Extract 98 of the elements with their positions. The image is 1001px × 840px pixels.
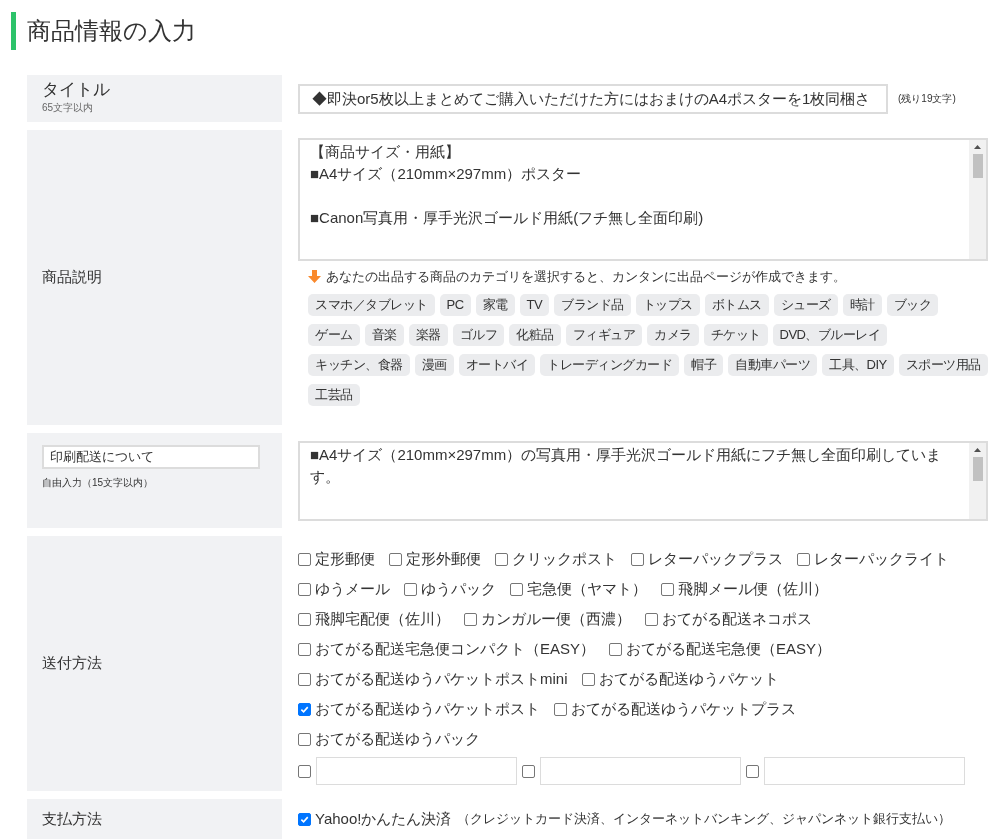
row-label: タイトル xyxy=(42,79,111,101)
scroll-up-icon[interactable] xyxy=(974,448,981,452)
checkbox[interactable] xyxy=(554,702,567,716)
payment-option-label[interactable]: Yahoo!かんたん決済 xyxy=(315,807,452,831)
checkbox[interactable] xyxy=(581,672,595,686)
row-label: 支払方法 xyxy=(42,808,102,829)
category-tag[interactable]: 工具、DIY xyxy=(822,353,894,376)
checkbox[interactable] xyxy=(609,642,623,656)
arrow-down-icon xyxy=(308,270,321,284)
category-tag[interactable]: ボトムス xyxy=(704,293,769,316)
category-tag[interactable]: オートバイ xyxy=(458,353,535,376)
checkbox[interactable] xyxy=(298,612,311,626)
shipping-option-label[interactable]: ゆうメール xyxy=(315,577,390,601)
category-tag[interactable]: チケット xyxy=(703,323,768,346)
checkbox[interactable] xyxy=(522,764,535,778)
scrollbar[interactable] xyxy=(969,443,986,519)
shipping-option-label[interactable]: クリックポスト xyxy=(512,547,617,571)
category-tag[interactable]: ブック xyxy=(886,293,939,316)
custom-shipping-input-field[interactable] xyxy=(764,757,965,785)
checkbox[interactable] xyxy=(298,672,311,686)
category-tag[interactable]: DVD、ブルーレイ xyxy=(772,323,888,346)
row-label: 送付方法 xyxy=(42,653,102,674)
category-tag[interactable]: シューズ xyxy=(773,293,838,316)
category-tag[interactable]: トップス xyxy=(635,293,700,316)
description-textarea[interactable]: 【商品サイズ・用紙】 ■A4サイズ（210mm×297mm）ポスター ■Canon写真用・厚手光沢ゴールド用紙(フチ無し全面印刷) xyxy=(298,138,988,261)
category-tag[interactable]: 音楽 xyxy=(364,323,404,346)
title-input-field[interactable]: ◆即決or5枚以上まとめてご購入いただけた方にはおまけのA4ポスターを1枚同梱さ xyxy=(298,83,888,114)
category-tag[interactable]: 工芸品 xyxy=(308,383,360,406)
payment-option-note: （クレジットカード決済、インターネットバンキング、ジャパンネット銀行支払い） xyxy=(457,810,952,829)
scrollbar-thumb[interactable] xyxy=(972,154,983,178)
shipping-option-label[interactable]: 定形外郵便 xyxy=(406,547,481,571)
custom-shipping-input-field[interactable] xyxy=(540,757,741,785)
shipping-option-label[interactable]: レターパックプラス xyxy=(648,547,783,571)
category-tag[interactable]: PC xyxy=(439,293,471,316)
category-tag[interactable]: 漫画 xyxy=(414,353,454,376)
checkbox[interactable] xyxy=(464,612,477,626)
category-tag[interactable]: キッチン、食器 xyxy=(308,353,410,376)
checkbox[interactable] xyxy=(631,552,644,566)
shipping-option-label[interactable]: おてがる配送ゆうパケットポストmini xyxy=(315,667,568,691)
shipping-option-label[interactable]: おてがる配送ネコポス xyxy=(662,607,812,631)
label-note: 自由入力（15文字以内） xyxy=(42,476,155,490)
checkbox[interactable] xyxy=(645,612,658,626)
category-tag[interactable]: 時計 xyxy=(842,293,882,316)
shipping-option-label[interactable]: おてがる配送ゆうパケットポスト xyxy=(315,697,540,721)
scrollbar[interactable] xyxy=(969,140,986,259)
category-tag[interactable]: ブランド品 xyxy=(554,293,631,316)
shipping-option-label[interactable]: ゆうパック xyxy=(421,577,496,601)
row-label: 商品説明 xyxy=(42,267,102,288)
category-tag[interactable]: トレーディングカード xyxy=(540,353,679,376)
category-tag[interactable]: 楽器 xyxy=(408,323,448,346)
category-tag[interactable]: 家電 xyxy=(475,293,515,316)
checkbox[interactable] xyxy=(298,702,311,716)
checkbox[interactable] xyxy=(298,732,311,746)
shipping-option-label[interactable]: 定形郵便 xyxy=(315,547,375,571)
custom-label-field[interactable]: 印刷配送について xyxy=(42,445,260,469)
category-tag[interactable]: TV xyxy=(519,293,550,316)
checkbox[interactable] xyxy=(298,812,311,826)
remaining-count: (残り19文字) xyxy=(898,92,956,106)
checkbox[interactable] xyxy=(298,552,311,566)
page-heading: 商品情報の入力 xyxy=(27,16,196,46)
category-tag[interactable]: ゴルフ xyxy=(452,323,504,346)
shipping-option-label[interactable]: 飛脚メール便（佐川） xyxy=(678,577,828,601)
shipping-option-label[interactable]: 宅急便（ヤマト） xyxy=(527,577,647,601)
category-tag[interactable]: 帽子 xyxy=(684,353,723,376)
checkbox[interactable] xyxy=(298,764,311,778)
shipping-option-label[interactable]: おてがる配送ゆうパケットプラス xyxy=(571,697,796,721)
category-tag[interactable]: カメラ xyxy=(647,323,699,346)
shipping-option-label[interactable]: おてがる配送ゆうパック xyxy=(315,727,480,751)
category-tag[interactable]: スポーツ用品 xyxy=(898,353,988,376)
shipping-option-label[interactable]: カンガルー便（西濃） xyxy=(481,607,631,631)
heading-accent-bar xyxy=(11,12,16,50)
shipping-option-label[interactable]: おてがる配送宅急便（EASY） xyxy=(626,637,832,661)
checkbox[interactable] xyxy=(510,582,523,596)
checkbox[interactable] xyxy=(661,582,674,596)
checkbox[interactable] xyxy=(404,582,417,596)
label-note: 65文字以内 xyxy=(42,101,95,115)
checkbox[interactable] xyxy=(389,552,402,566)
checkbox[interactable] xyxy=(298,642,311,656)
scroll-up-icon[interactable] xyxy=(974,145,981,149)
category-hint: あなたの出品する商品のカテゴリを選択すると、カンタンに出品ページが作成できます。 xyxy=(326,268,846,286)
custom-textarea[interactable]: ■A4サイズ（210mm×297mm）の写真用・厚手光沢ゴールド用紙にフチ無し全面印刷していま す。 xyxy=(298,441,988,521)
category-tag[interactable]: フィギュア xyxy=(565,323,642,346)
shipping-option-label[interactable]: レターパックライト xyxy=(814,547,949,571)
checkbox[interactable] xyxy=(298,582,311,596)
category-tag[interactable]: 自動車パーツ xyxy=(728,353,817,376)
custom-shipping-input-field[interactable] xyxy=(316,757,517,785)
shipping-option-label[interactable]: おてがる配送ゆうパケット xyxy=(598,667,779,691)
shipping-option-label[interactable]: 飛脚宅配便（佐川） xyxy=(315,607,450,631)
checkbox[interactable] xyxy=(746,764,759,778)
category-tag[interactable]: ゲーム xyxy=(308,323,360,346)
check-icon xyxy=(300,814,309,824)
category-tag[interactable]: スマホ／タブレット xyxy=(308,293,435,316)
check-icon xyxy=(300,704,309,714)
checkbox[interactable] xyxy=(495,552,508,566)
category-tag[interactable]: 化粧品 xyxy=(509,323,561,346)
checkbox[interactable] xyxy=(797,552,810,566)
scrollbar-thumb[interactable] xyxy=(972,457,983,481)
shipping-option-label[interactable]: おてがる配送宅急便コンパクト（EASY） xyxy=(315,637,596,661)
